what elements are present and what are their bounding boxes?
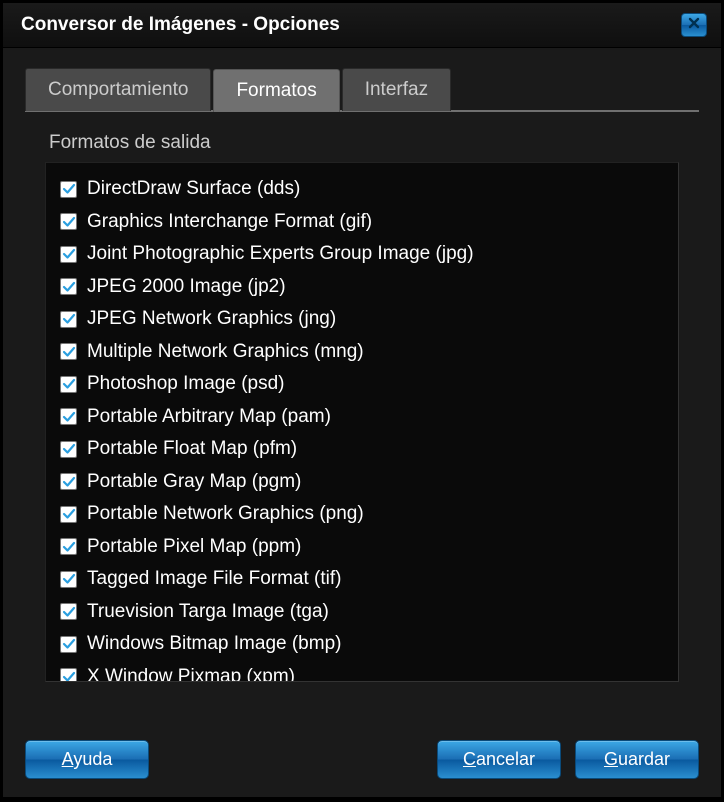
format-checkbox[interactable] bbox=[60, 343, 77, 360]
format-checkbox[interactable] bbox=[60, 506, 77, 523]
options-dialog: Conversor de Imágenes - Opciones Comport… bbox=[2, 2, 722, 798]
format-label: Portable Float Map (pfm) bbox=[87, 435, 297, 464]
cancel-button-label: Cancelar bbox=[463, 749, 535, 769]
format-checkbox[interactable] bbox=[60, 441, 77, 458]
format-label: Portable Pixel Map (ppm) bbox=[87, 533, 301, 562]
format-label: DirectDraw Surface (dds) bbox=[87, 175, 300, 204]
help-button[interactable]: Ayuda bbox=[25, 740, 149, 779]
tab-interfaz[interactable]: Interfaz bbox=[342, 68, 451, 111]
format-label: Portable Arbitrary Map (pam) bbox=[87, 403, 331, 432]
format-label: Windows Bitmap Image (bmp) bbox=[87, 630, 341, 659]
format-checkbox[interactable] bbox=[60, 181, 77, 198]
save-button[interactable]: Guardar bbox=[575, 740, 699, 779]
titlebar: Conversor de Imágenes - Opciones bbox=[3, 3, 721, 48]
format-label: JPEG 2000 Image (jp2) bbox=[87, 273, 286, 302]
format-label: Tagged Image File Format (tif) bbox=[87, 565, 341, 594]
format-item: Multiple Network Graphics (mng) bbox=[60, 336, 664, 369]
format-checkbox[interactable] bbox=[60, 376, 77, 393]
cancel-button[interactable]: Cancelar bbox=[437, 740, 561, 779]
tab-comportamiento[interactable]: Comportamiento bbox=[25, 68, 211, 111]
format-checkbox[interactable] bbox=[60, 571, 77, 588]
format-label: JPEG Network Graphics (jng) bbox=[87, 305, 336, 334]
format-item: Portable Network Graphics (png) bbox=[60, 498, 664, 531]
format-label: X Window Pixmap (xpm) bbox=[87, 663, 295, 683]
format-item: DirectDraw Surface (dds) bbox=[60, 173, 664, 206]
dialog-body: Comportamiento Formatos Interfaz Formato… bbox=[3, 48, 721, 724]
format-label: Portable Gray Map (pgm) bbox=[87, 468, 301, 497]
format-item: JPEG 2000 Image (jp2) bbox=[60, 271, 664, 304]
tab-formatos[interactable]: Formatos bbox=[213, 69, 339, 112]
format-item: X Window Pixmap (xpm) bbox=[60, 661, 664, 683]
format-item: Tagged Image File Format (tif) bbox=[60, 563, 664, 596]
format-item: Graphics Interchange Format (gif) bbox=[60, 206, 664, 239]
format-checkbox[interactable] bbox=[60, 668, 77, 682]
tab-bar: Comportamiento Formatos Interfaz bbox=[25, 68, 699, 111]
window-title: Conversor de Imágenes - Opciones bbox=[21, 14, 340, 36]
formats-panel: Formatos de salida DirectDraw Surface (d… bbox=[25, 132, 699, 712]
format-list: DirectDraw Surface (dds) Graphics Interch… bbox=[45, 162, 679, 682]
format-label: Photoshop Image (psd) bbox=[87, 370, 285, 399]
format-label: Truevision Targa Image (tga) bbox=[87, 598, 329, 627]
format-item: JPEG Network Graphics (jng) bbox=[60, 303, 664, 336]
format-checkbox[interactable] bbox=[60, 473, 77, 490]
format-label: Joint Photographic Experts Group Image (… bbox=[87, 240, 474, 269]
footer-right: Cancelar Guardar bbox=[437, 740, 699, 779]
format-checkbox[interactable] bbox=[60, 246, 77, 263]
format-checkbox[interactable] bbox=[60, 278, 77, 295]
output-formats-label: Formatos de salida bbox=[45, 132, 679, 154]
close-icon bbox=[688, 16, 700, 34]
format-item: Portable Pixel Map (ppm) bbox=[60, 531, 664, 564]
format-item: Windows Bitmap Image (bmp) bbox=[60, 628, 664, 661]
format-item: Portable Arbitrary Map (pam) bbox=[60, 401, 664, 434]
format-label: Graphics Interchange Format (gif) bbox=[87, 208, 372, 237]
format-checkbox[interactable] bbox=[60, 603, 77, 620]
format-checkbox[interactable] bbox=[60, 636, 77, 653]
format-checkbox[interactable] bbox=[60, 408, 77, 425]
format-label: Multiple Network Graphics (mng) bbox=[87, 338, 364, 367]
format-checkbox[interactable] bbox=[60, 213, 77, 230]
format-item: Portable Float Map (pfm) bbox=[60, 433, 664, 466]
format-label: Portable Network Graphics (png) bbox=[87, 500, 364, 529]
format-item: Portable Gray Map (pgm) bbox=[60, 466, 664, 499]
format-item: Joint Photographic Experts Group Image (… bbox=[60, 238, 664, 271]
dialog-footer: Ayuda Cancelar Guardar bbox=[3, 724, 721, 797]
close-button[interactable] bbox=[681, 13, 707, 37]
format-checkbox[interactable] bbox=[60, 311, 77, 328]
save-button-label: Guardar bbox=[604, 749, 670, 769]
format-item: Truevision Targa Image (tga) bbox=[60, 596, 664, 629]
format-item: Photoshop Image (psd) bbox=[60, 368, 664, 401]
help-button-label: Ayuda bbox=[62, 749, 113, 769]
format-checkbox[interactable] bbox=[60, 538, 77, 555]
